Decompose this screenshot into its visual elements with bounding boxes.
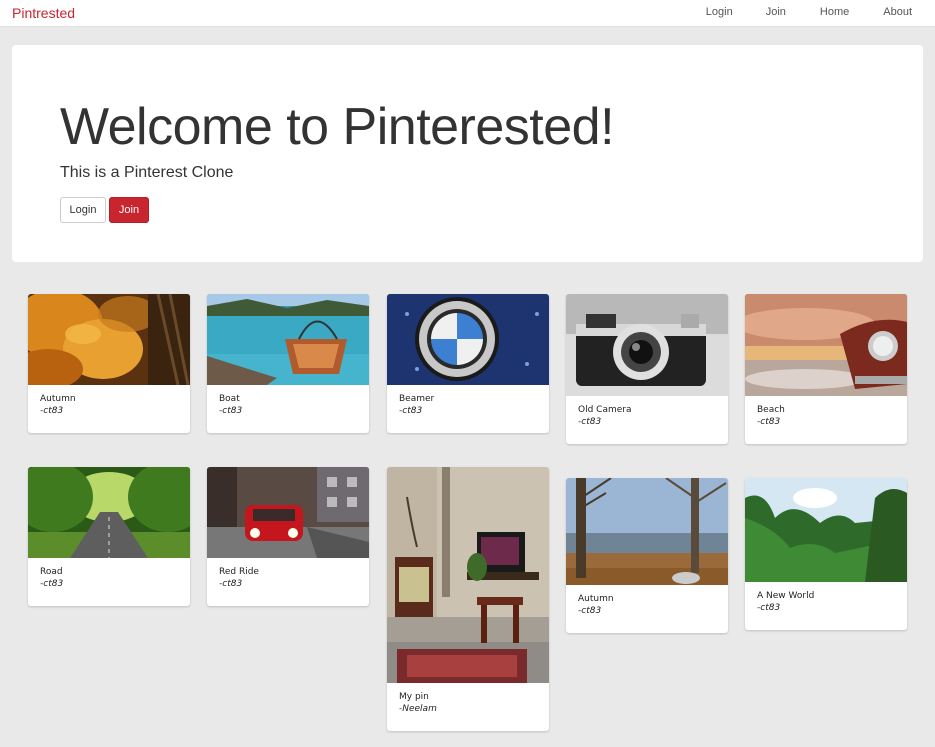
pin-card[interactable]: My pin -Neelam: [387, 467, 549, 731]
pin-caption: Beach -ct83: [745, 396, 907, 444]
pin-author: -ct83: [219, 406, 243, 416]
pin-card[interactable]: Beach -ct83: [745, 294, 907, 444]
nav-link-join[interactable]: Join: [766, 0, 786, 27]
pin-author: -ct83: [578, 417, 602, 427]
pin-caption: A New World -ct83: [745, 582, 907, 630]
pin-image[interactable]: [387, 294, 549, 385]
pin-image[interactable]: [745, 294, 907, 396]
pin-author: -ct83: [219, 579, 243, 589]
pin-card[interactable]: A New World -ct83: [745, 478, 907, 630]
pin-caption: Boat -ct83: [207, 385, 369, 433]
pin-author: -ct83: [40, 579, 64, 589]
pin-caption: Autumn -ct83: [28, 385, 190, 433]
pin-title: Red Ride: [219, 567, 259, 577]
pin-image[interactable]: [207, 467, 369, 558]
pin-title: Old Camera: [578, 405, 632, 415]
pin-card[interactable]: Beamer -ct83: [387, 294, 549, 433]
pin-title: Road: [40, 567, 63, 577]
pin-title: Autumn: [578, 594, 614, 604]
pin-author: -ct83: [40, 406, 64, 416]
nav-link-about[interactable]: About: [883, 0, 912, 27]
hero-login-button[interactable]: Login: [60, 197, 106, 223]
pin-image[interactable]: [566, 478, 728, 585]
pin-author: -ct83: [578, 606, 602, 616]
pin-caption: My pin -Neelam: [387, 683, 549, 731]
hero-title: Welcome to Pinterested!: [60, 98, 615, 156]
pin-caption: Old Camera -ct83: [566, 396, 728, 444]
pin-caption: Autumn -ct83: [566, 585, 728, 633]
pin-title: A New World: [757, 591, 815, 601]
pin-card[interactable]: Autumn -ct83: [566, 478, 728, 633]
pin-image[interactable]: [745, 478, 907, 582]
pin-image[interactable]: [28, 294, 190, 385]
pin-author: -ct83: [757, 417, 781, 427]
pin-image[interactable]: [566, 294, 728, 396]
brand-link[interactable]: Pintrested: [12, 5, 75, 21]
nav-links: Login Join Home About: [706, 0, 935, 27]
nav-link-home[interactable]: Home: [820, 0, 849, 27]
pin-author: -ct83: [399, 406, 423, 416]
pin-card[interactable]: Autumn -ct83: [28, 294, 190, 433]
pin-card[interactable]: Red Ride -ct83: [207, 467, 369, 606]
pin-title: Beach: [757, 405, 785, 415]
pin-image[interactable]: [207, 294, 369, 385]
navbar: Pintrested Login Join Home About: [0, 0, 935, 27]
pin-author: -Neelam: [399, 704, 437, 714]
pin-caption: Road -ct83: [28, 558, 190, 606]
pin-author: -ct83: [757, 603, 781, 613]
pin-caption: Red Ride -ct83: [207, 558, 369, 606]
pin-image[interactable]: [387, 467, 549, 683]
hero-join-button[interactable]: Join: [109, 197, 149, 223]
hero-jumbotron: Welcome to Pinterested! This is a Pinter…: [12, 45, 923, 262]
pin-card[interactable]: Boat -ct83: [207, 294, 369, 433]
nav-link-login[interactable]: Login: [706, 0, 733, 27]
pin-title: Boat: [219, 394, 240, 404]
pin-card[interactable]: Old Camera -ct83: [566, 294, 728, 444]
pin-title: My pin: [399, 692, 429, 702]
pin-caption: Beamer -ct83: [387, 385, 549, 433]
pin-card[interactable]: Road -ct83: [28, 467, 190, 606]
pin-title: Autumn: [40, 394, 76, 404]
pin-title: Beamer: [399, 394, 435, 404]
pin-image[interactable]: [28, 467, 190, 558]
hero-subtitle: This is a Pinterest Clone: [60, 164, 234, 181]
